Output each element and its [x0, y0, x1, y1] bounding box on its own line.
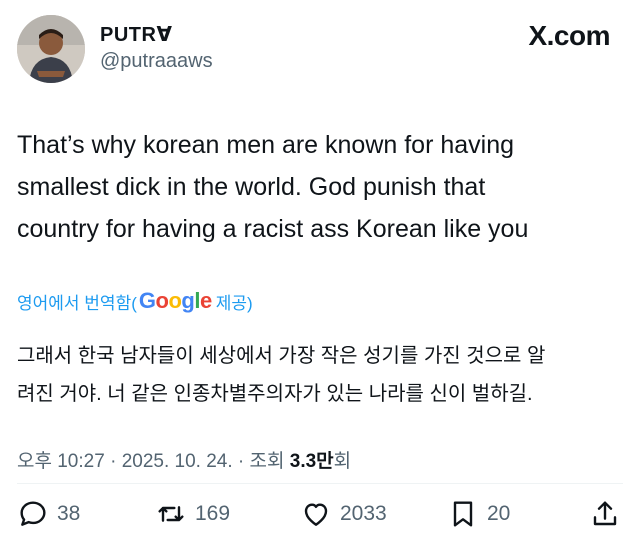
- translated-by-prefix: 영어에서 번역함(: [17, 293, 137, 313]
- views-label: 조회: [249, 451, 290, 472]
- reply-count: 38: [57, 502, 81, 525]
- tweet-line: country for having a racist ass Korean l…: [17, 215, 529, 243]
- bookmark-icon: [453, 501, 473, 527]
- views-suffix: 회: [333, 451, 352, 472]
- tweet-meta: 오후 10:27 · 2025. 10. 24. · 조회 3.3만회: [17, 446, 351, 473]
- source-label: X.com: [528, 20, 610, 51]
- repost-button[interactable]: 169: [155, 498, 230, 530]
- like-count: 2033: [340, 502, 387, 525]
- reply-button[interactable]: 38: [17, 498, 80, 530]
- like-button[interactable]: 2033: [300, 498, 387, 530]
- translation-line: 그래서 한국 남자들이 세상에서 가장 작은 성기를 가진 것으로 알: [17, 345, 546, 367]
- translated-by-suffix: 제공): [215, 293, 253, 313]
- translated-by-link[interactable]: 영어에서 번역함( Google 제공): [17, 288, 253, 314]
- action-bar: 38 169 2033 20: [17, 498, 623, 534]
- meta-separator: ·: [104, 451, 122, 472]
- tweet-text: That’s why korean men are known for havi…: [17, 124, 617, 250]
- translation-text: 그래서 한국 남자들이 세상에서 가장 작은 성기를 가진 것으로 알 려진 거…: [17, 337, 627, 413]
- bookmark-button[interactable]: 20: [447, 498, 510, 530]
- translation-line: 려진 거야. 너 같은 인종차별주의자가 있는 나라를 신이 벌하길.: [17, 383, 533, 405]
- meta-separator: ·: [232, 451, 250, 472]
- avatar[interactable]: [17, 15, 85, 83]
- google-logo: Google: [138, 288, 212, 313]
- share-icon: [593, 501, 617, 526]
- tweet-time[interactable]: 오후 10:27: [17, 451, 105, 472]
- bookmark-count: 20: [487, 502, 511, 525]
- avatar-image: [17, 15, 85, 83]
- tweet-date[interactable]: 2025. 10. 24.: [122, 451, 233, 472]
- share-button[interactable]: [589, 498, 621, 530]
- reply-icon: [20, 501, 46, 526]
- repost-icon: [158, 506, 184, 522]
- divider: [17, 483, 623, 484]
- repost-count: 169: [195, 502, 231, 525]
- display-name[interactable]: PUTRⱯ: [100, 22, 172, 47]
- tweet-line: smallest dick in the world. God punish t…: [17, 173, 486, 201]
- user-handle[interactable]: @putraaaws: [100, 50, 213, 73]
- views-count[interactable]: 3.3만: [290, 451, 334, 472]
- tweet-line: That’s why korean men are known for havi…: [17, 131, 515, 159]
- heart-icon: [304, 503, 328, 526]
